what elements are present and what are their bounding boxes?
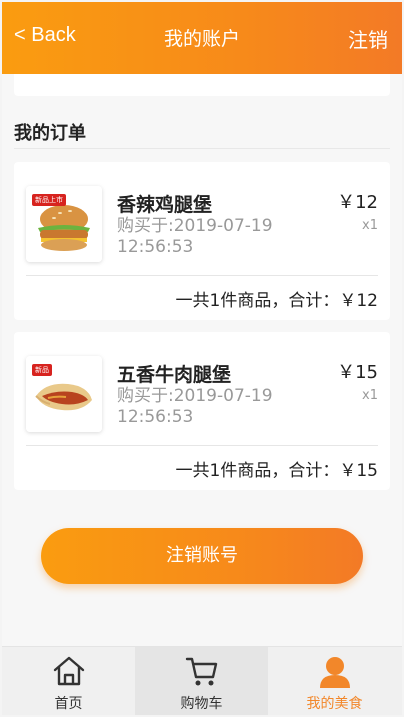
account-page: < Back 我的账户 注销 我的订单 新品上市 香辣鸡腿堡 购买于:2019-… (2, 2, 402, 715)
tab-label: 首页 (54, 696, 83, 712)
bottom-tab-bar: 首页 购物车 我的美食 (2, 646, 402, 715)
tab-home[interactable]: 首页 (2, 647, 135, 715)
page-title: 我的账户 (163, 28, 240, 50)
tab-label: 购物车 (180, 696, 223, 712)
tab-label: 我的美食 (306, 696, 363, 712)
section-divider (14, 148, 390, 149)
tab-my-food[interactable]: 我的美食 (268, 647, 401, 715)
cart-icon (185, 657, 217, 686)
new-product-tag: 新品上市 (32, 194, 66, 206)
orders-section-title: 我的订单 (14, 123, 86, 144)
order-card[interactable]: 新品上市 香辣鸡腿堡 购买于:2019-07-19 12:56:53 ￥12 x… (14, 162, 390, 320)
purchase-time: 购买于:2019-07-19 12:56:53 (117, 386, 273, 427)
product-price: ￥12 (337, 192, 378, 213)
product-quantity: x1 (362, 388, 378, 403)
product-image: 新品上市 (26, 186, 102, 262)
order-card[interactable]: 新品 五香牛肉腿堡 购买于:2019-07-19 12:56:53 ￥15 x1… (14, 332, 390, 490)
user-icon (319, 657, 350, 688)
tab-cart[interactable]: 购物车 (135, 647, 268, 715)
order-divider (26, 445, 378, 446)
home-icon (53, 656, 84, 686)
product-image: 新品 (26, 356, 102, 432)
order-divider (26, 275, 378, 276)
purchase-time: 购买于:2019-07-19 12:56:53 (117, 216, 273, 257)
order-summary: 一共1件商品，合计：￥12 (175, 291, 378, 311)
product-name: 五香牛肉腿堡 (117, 364, 232, 386)
new-product-tag: 新品 (32, 364, 52, 376)
logout-button[interactable]: 注销 (348, 24, 388, 53)
product-price: ￥15 (337, 362, 378, 383)
top-bar: < Back 我的账户 注销 (2, 2, 402, 74)
cancel-account-button[interactable]: 注销账号 (41, 528, 363, 584)
product-name: 香辣鸡腿堡 (117, 194, 213, 216)
order-summary: 一共1件商品，合计：￥15 (175, 461, 378, 481)
product-quantity: x1 (362, 218, 378, 233)
